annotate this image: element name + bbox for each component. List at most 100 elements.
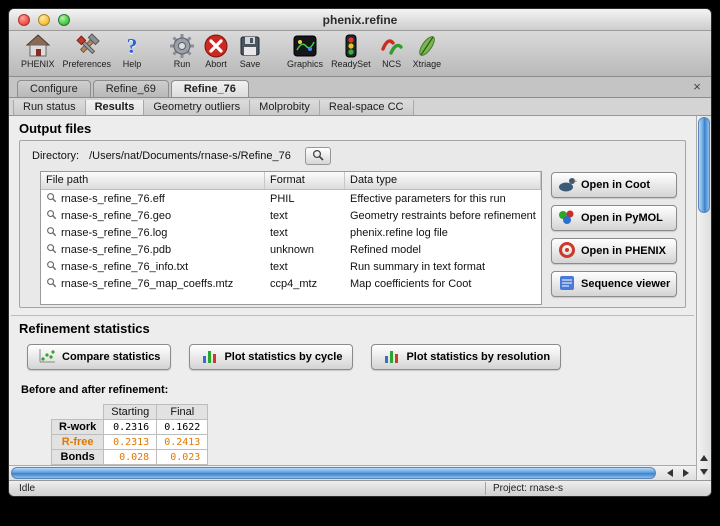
- open-in-pymol-button[interactable]: Open in PyMOL: [551, 205, 677, 231]
- phenix-icon: [557, 241, 577, 262]
- titlebar[interactable]: phenix.refine: [9, 9, 711, 31]
- open-buttons-column: Open in Coot Open in PyMOL Open in PHENI…: [551, 171, 677, 305]
- open-in-phenix-button[interactable]: Open in PHENIX: [551, 238, 677, 264]
- toolbar-button-xtriage[interactable]: Xtriage: [409, 33, 446, 69]
- sequence-viewer-button[interactable]: Sequence viewer: [551, 271, 677, 297]
- stats-value-starting: 0.2316: [104, 420, 157, 435]
- file-data-type: Map coefficients for Coot: [345, 278, 541, 290]
- magnifier-icon: [46, 209, 57, 223]
- sequence-viewer-icon: [557, 274, 577, 295]
- abort-icon: [203, 33, 229, 59]
- subtab-results[interactable]: Results: [86, 100, 145, 115]
- subtab-run-status[interactable]: Run status: [13, 100, 86, 115]
- stats-column-final: Final: [157, 405, 208, 420]
- scroll-up-arrow[interactable]: [697, 451, 711, 465]
- table-row[interactable]: rnase-s_refine_76.log text phenix.refine…: [41, 224, 541, 241]
- stats-value-final: 0.2413: [157, 435, 208, 450]
- toolbar: PHENIX Preferences ? Help Run Abort: [9, 31, 711, 77]
- home-icon: [25, 33, 51, 59]
- tab-configure[interactable]: Configure: [17, 80, 91, 97]
- vertical-scrollbar[interactable]: [696, 116, 711, 480]
- bar-chart-icon: [200, 348, 218, 367]
- toolbar-button-readyset[interactable]: ReadySet: [327, 33, 375, 69]
- open-in-coot-button[interactable]: Open in Coot: [551, 172, 677, 198]
- toolbar-button-phenix[interactable]: PHENIX: [17, 33, 59, 69]
- subtab-geometry-outliers[interactable]: Geometry outliers: [144, 100, 250, 115]
- toolbar-label: Run: [174, 59, 191, 69]
- stats-row-r-free: R-free 0.2313 0.2413: [52, 435, 208, 450]
- stats-corner-cell: [52, 405, 104, 420]
- subtab-bar: Run status Results Geometry outliers Mol…: [9, 98, 711, 116]
- app-window: phenix.refine PHENIX Preferences ? Help: [8, 8, 712, 497]
- horizontal-scrollbar-thumb[interactable]: [11, 467, 656, 479]
- table-row[interactable]: rnase-s_refine_76.geo text Geometry rest…: [41, 207, 541, 224]
- project-label: Project: rnase-s: [493, 483, 563, 494]
- subtab-molprobity[interactable]: Molprobity: [250, 100, 320, 115]
- zoom-window-button[interactable]: [58, 14, 70, 26]
- ncs-icon: [379, 33, 405, 59]
- subtab-real-space-cc[interactable]: Real-space CC: [320, 100, 414, 115]
- file-data-type: phenix.refine log file: [345, 227, 541, 239]
- compare-statistics-button[interactable]: Compare statistics: [27, 344, 171, 370]
- file-data-type: Geometry restraints before refinement: [345, 210, 541, 222]
- plot-statistics-by-cycle-button[interactable]: Plot statistics by cycle: [189, 344, 353, 370]
- column-header-format[interactable]: Format: [265, 172, 345, 189]
- refinement-stats-table: Starting Final R-work 0.2316 0.1622 R-fr…: [51, 404, 208, 465]
- button-label: Open in PHENIX: [581, 245, 666, 257]
- xtriage-icon: [414, 33, 440, 59]
- toolbar-button-abort[interactable]: Abort: [199, 33, 233, 69]
- bar-chart-icon: [382, 348, 400, 367]
- column-header-data-type[interactable]: Data type: [345, 172, 541, 189]
- tab-refine-69[interactable]: Refine_69: [93, 80, 169, 97]
- tab-refine-76[interactable]: Refine_76: [171, 80, 249, 97]
- toolbar-label: Save: [240, 59, 261, 69]
- gear-icon: [169, 33, 195, 59]
- file-path: rnase-s_refine_76.eff: [61, 193, 165, 205]
- minimize-window-button[interactable]: [38, 14, 50, 26]
- tools-icon: [74, 33, 100, 59]
- table-header: File path Format Data type: [41, 172, 541, 190]
- toolbar-label: ReadySet: [331, 59, 371, 69]
- stats-value-final: 0.023: [157, 450, 208, 465]
- column-header-file-path[interactable]: File path: [41, 172, 265, 189]
- scroll-left-arrow[interactable]: [662, 466, 678, 481]
- output-files-heading: Output files: [19, 121, 696, 136]
- toolbar-label: Preferences: [63, 59, 112, 69]
- section-divider: [11, 315, 694, 316]
- toolbar-button-ncs[interactable]: NCS: [375, 33, 409, 69]
- output-files-panel: Directory: /Users/nat/Documents/rnase-s/…: [19, 140, 686, 308]
- tab-close-button[interactable]: ×: [690, 79, 704, 94]
- toolbar-label: PHENIX: [21, 59, 55, 69]
- toolbar-button-save[interactable]: Save: [233, 33, 267, 69]
- toolbar-button-help[interactable]: ? Help: [115, 33, 149, 69]
- table-row[interactable]: rnase-s_refine_76_info.txt text Run summ…: [41, 258, 541, 275]
- magnifier-icon: [46, 243, 57, 257]
- scatter-plot-icon: [38, 348, 56, 367]
- toolbar-button-run[interactable]: Run: [165, 33, 199, 69]
- file-format: unknown: [265, 244, 345, 256]
- vertical-scrollbar-thumb[interactable]: [698, 117, 710, 213]
- toolbar-button-preferences[interactable]: Preferences: [59, 33, 116, 69]
- close-window-button[interactable]: [18, 14, 30, 26]
- button-label: Plot statistics by resolution: [406, 351, 550, 363]
- toolbar-label: Graphics: [287, 59, 323, 69]
- file-format: text: [265, 210, 345, 222]
- file-path: rnase-s_refine_76_info.txt: [61, 261, 188, 273]
- save-icon: [238, 33, 262, 59]
- stats-row-bonds: Bonds 0.028 0.023: [52, 450, 208, 465]
- toolbar-label: Abort: [205, 59, 227, 69]
- file-path: rnase-s_refine_76.geo: [61, 210, 171, 222]
- toolbar-button-graphics[interactable]: Graphics: [283, 33, 327, 69]
- stats-row-label: Bonds: [52, 450, 104, 465]
- table-row[interactable]: rnase-s_refine_76_map_coeffs.mtz ccp4_mt…: [41, 275, 541, 292]
- graphics-icon: [292, 33, 318, 59]
- table-row[interactable]: rnase-s_refine_76.pdb unknown Refined mo…: [41, 241, 541, 258]
- plot-statistics-by-resolution-button[interactable]: Plot statistics by resolution: [371, 344, 561, 370]
- table-row[interactable]: rnase-s_refine_76.eff PHIL Effective par…: [41, 190, 541, 207]
- status-text: Idle: [9, 483, 35, 494]
- horizontal-scrollbar[interactable]: [9, 465, 696, 480]
- coot-bird-icon: [557, 175, 577, 196]
- scroll-down-arrow[interactable]: [697, 465, 711, 479]
- browse-directory-button[interactable]: [305, 147, 331, 165]
- scroll-right-arrow[interactable]: [678, 466, 694, 481]
